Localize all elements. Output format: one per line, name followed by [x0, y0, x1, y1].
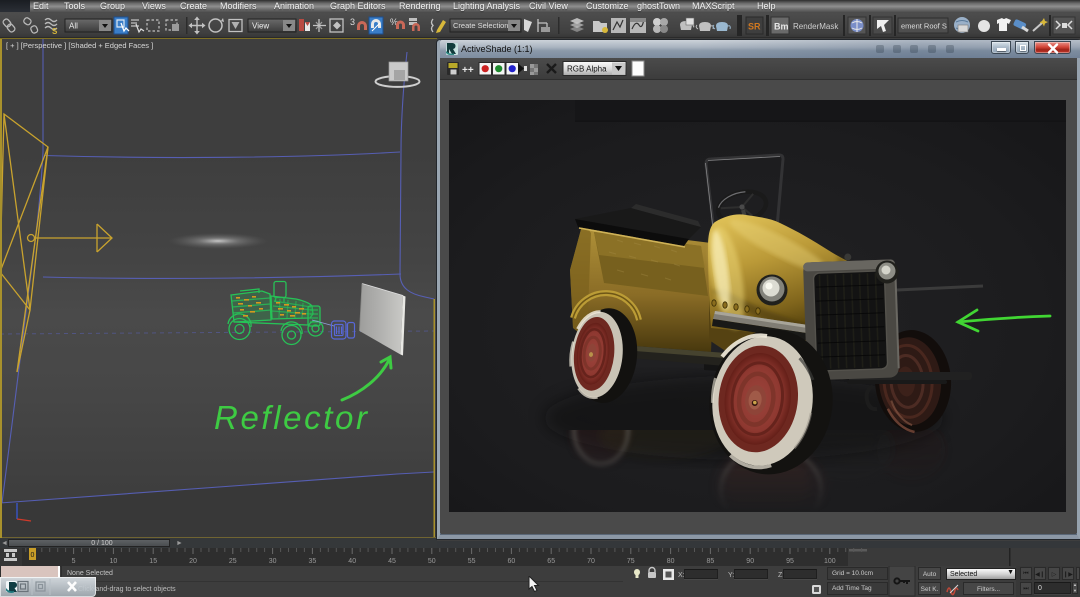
svg-text:70: 70: [587, 558, 595, 565]
svg-text:S: S: [52, 27, 58, 36]
svg-text:95: 95: [786, 558, 794, 565]
svg-text:Reflector: Reflector: [214, 399, 369, 436]
svg-text:Create Selection S: Create Selection S: [453, 21, 516, 30]
svg-text:40: 40: [348, 558, 356, 565]
svg-text:RGB Alpha: RGB Alpha: [567, 65, 607, 74]
svg-text:60: 60: [508, 558, 516, 565]
svg-text:10: 10: [110, 558, 118, 565]
svg-text:50: 50: [428, 558, 436, 565]
svg-text:5: 5: [72, 558, 76, 565]
svg-text:Bm: Bm: [774, 22, 789, 32]
svg-text:45: 45: [388, 558, 396, 565]
svg-text:75: 75: [627, 558, 635, 565]
svg-text:20: 20: [189, 558, 197, 565]
svg-text:85: 85: [707, 558, 715, 565]
svg-text:65: 65: [547, 558, 555, 565]
svg-text:15: 15: [149, 558, 157, 565]
svg-text:SR: SR: [748, 22, 761, 32]
svg-text:3: 3: [350, 17, 355, 27]
svg-text:ement Roof S: ement Roof S: [901, 22, 947, 31]
svg-text:++: ++: [462, 65, 474, 76]
svg-text:25: 25: [229, 558, 237, 565]
svg-text:80: 80: [667, 558, 675, 565]
svg-text:View: View: [252, 22, 269, 31]
svg-text:55: 55: [468, 558, 476, 565]
svg-text:100: 100: [824, 558, 836, 565]
svg-text:All: All: [69, 22, 78, 31]
svg-text:0: 0: [31, 552, 35, 559]
svg-text:30: 30: [269, 558, 277, 565]
svg-text:35: 35: [309, 558, 317, 565]
svg-text:RenderMask: RenderMask: [793, 22, 839, 31]
svg-text:90: 90: [746, 558, 754, 565]
